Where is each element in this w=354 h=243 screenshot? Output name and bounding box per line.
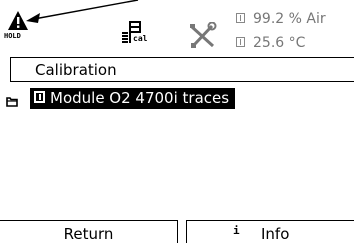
menu-title: Calibration xyxy=(35,61,117,79)
hold-label: HOLD xyxy=(4,32,21,40)
measurement-temperature-value: 25.6 °C xyxy=(253,35,306,51)
return-softkey[interactable]: Return xyxy=(0,220,178,243)
info-icon: i xyxy=(233,224,240,237)
service-tools-icon xyxy=(188,21,218,50)
channel-icon xyxy=(236,37,245,47)
measurement-oxygen-value: 99.2 % Air xyxy=(253,11,326,27)
return-softkey-label: Return xyxy=(63,225,114,243)
measurement-oxygen-saturation: 99.2 % Air xyxy=(236,11,326,27)
module-list-item-selected[interactable]: Module O2 4700i traces xyxy=(30,88,236,109)
menu-title-bar: Calibration xyxy=(10,57,354,82)
device-screen: HOLD cal 99.2 % Air 25.6 °C Calibration … xyxy=(0,0,354,243)
folder-icon xyxy=(6,92,18,107)
module-item-label: Module O2 4700i traces xyxy=(50,89,230,107)
calibration-status-icon: cal xyxy=(120,20,152,46)
measurement-temperature: 25.6 °C xyxy=(236,35,305,51)
cal-label: cal xyxy=(133,34,148,43)
info-softkey-label: Info xyxy=(261,225,290,243)
module-channel-icon xyxy=(34,91,45,103)
channel-icon xyxy=(236,13,245,23)
softkey-bar: Return i Info xyxy=(0,220,354,243)
info-softkey[interactable]: i Info xyxy=(186,220,354,243)
